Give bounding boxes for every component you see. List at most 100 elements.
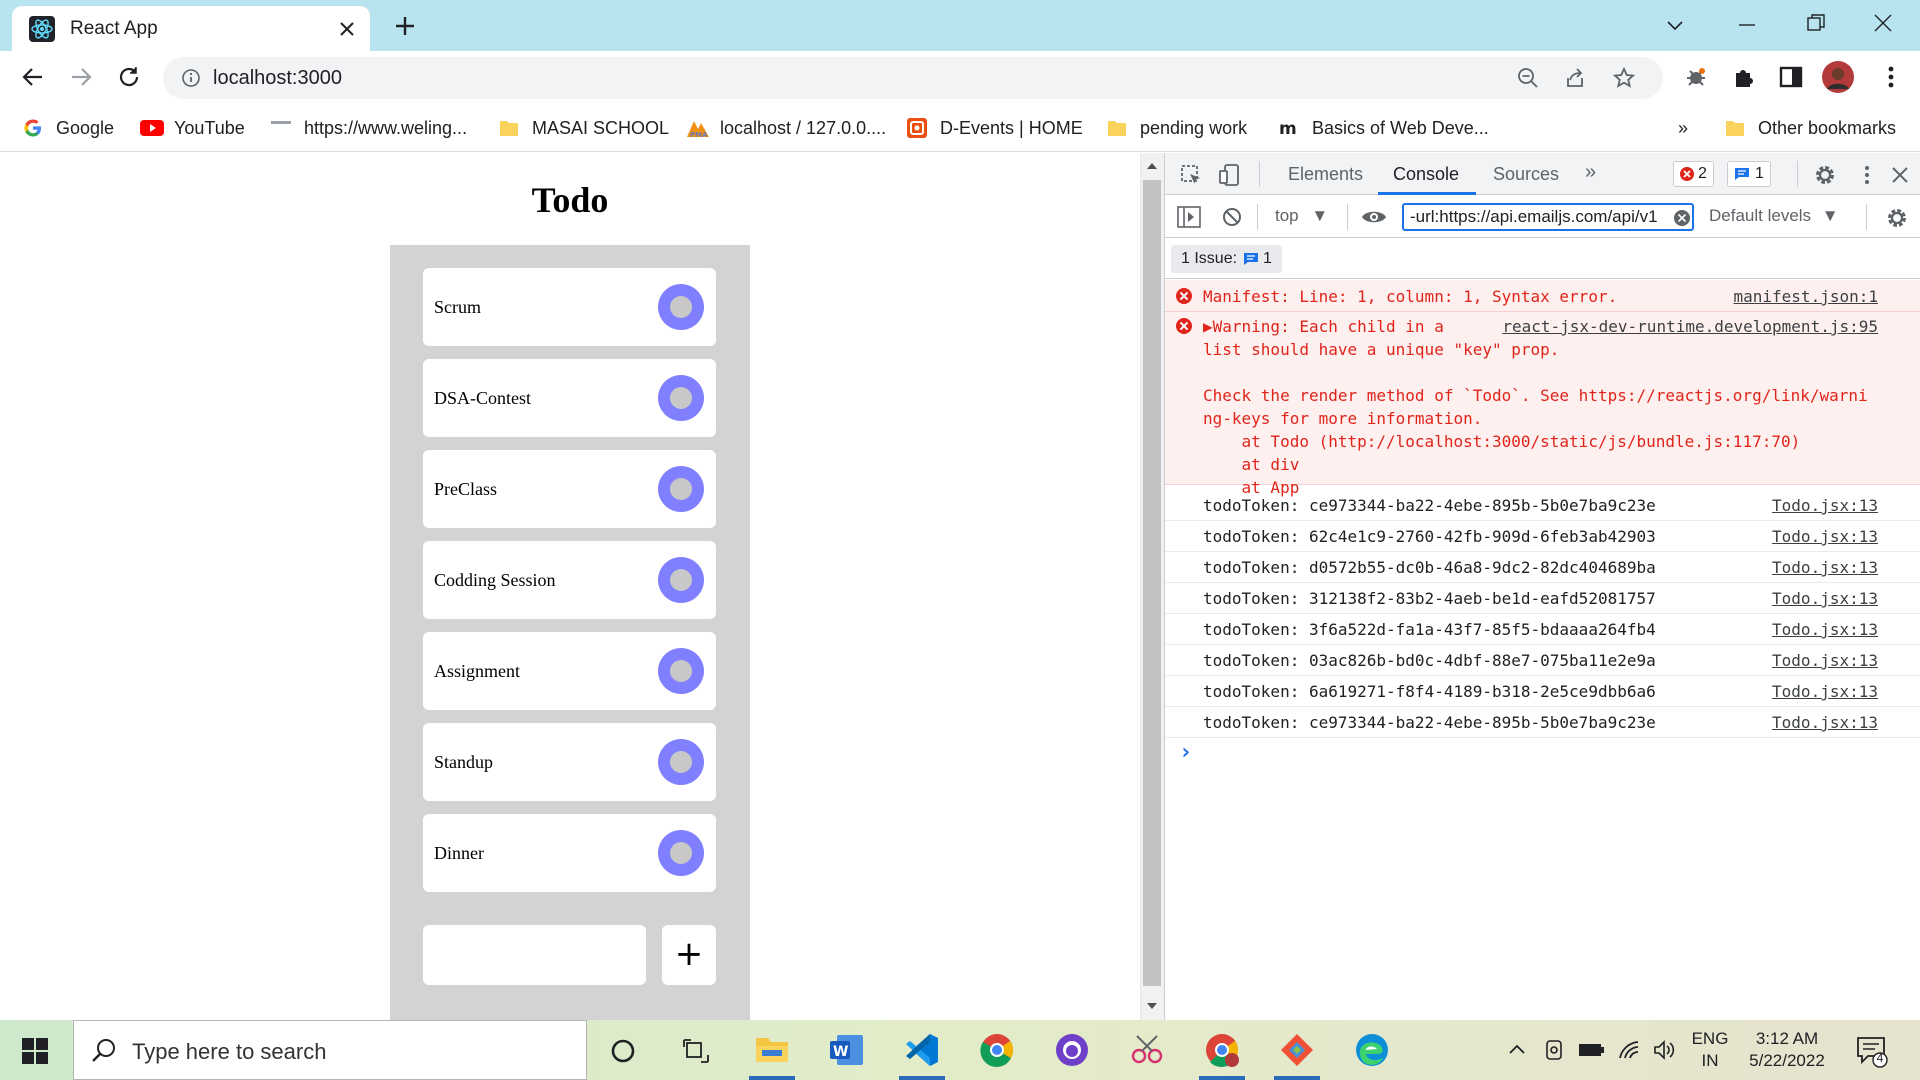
share-icon[interactable] — [1564, 67, 1586, 89]
source-link[interactable]: Todo.jsx:13 — [1772, 589, 1878, 608]
page-scrollbar-thumb[interactable] — [1143, 180, 1161, 986]
bookmark-basics-web-dev[interactable]: m Basics of Web Deve... — [1278, 114, 1489, 142]
snipping-tool-icon[interactable] — [1127, 1032, 1167, 1068]
source-link[interactable]: Todo.jsx:13 — [1772, 496, 1878, 515]
bookmark-star-icon[interactable] — [1612, 66, 1636, 90]
todo-status-toggle[interactable] — [658, 648, 704, 694]
bookmark-google[interactable]: Google — [22, 114, 114, 142]
extensions-puzzle-icon[interactable] — [1730, 63, 1758, 91]
show-hidden-icons-chevron-icon[interactable] — [1506, 1038, 1528, 1060]
source-link[interactable]: Todo.jsx:13 — [1772, 558, 1878, 577]
source-link[interactable]: Todo.jsx:13 — [1772, 651, 1878, 670]
minimize-icon[interactable] — [1736, 14, 1758, 36]
bookmark-pending-work[interactable]: pending work — [1106, 114, 1247, 142]
toolbar-divider — [1257, 204, 1258, 230]
console-filter-input[interactable]: -url:https://api.emailjs.com/api/v1 — [1402, 203, 1694, 231]
source-link[interactable]: manifest.json:1 — [1734, 287, 1879, 306]
reload-icon[interactable] — [116, 64, 142, 90]
bookmark-phpmyadmin[interactable]: PMA localhost / 127.0.0.... — [686, 114, 886, 142]
chrome-menu-icon[interactable] — [1878, 64, 1904, 90]
live-expression-eye-icon[interactable] — [1361, 207, 1387, 227]
source-link[interactable]: Todo.jsx:13 — [1772, 682, 1878, 701]
source-link[interactable]: Todo.jsx:13 — [1772, 713, 1878, 732]
settings-gear-icon[interactable] — [1813, 163, 1837, 187]
todo-status-toggle[interactable] — [658, 375, 704, 421]
chrome-icon[interactable] — [977, 1032, 1017, 1068]
inspect-element-icon[interactable] — [1179, 163, 1203, 187]
issues-button[interactable]: 1 Issue: 1 — [1171, 245, 1282, 273]
zoom-out-icon[interactable] — [1517, 67, 1539, 89]
profile-avatar[interactable] — [1822, 61, 1854, 93]
wifi-icon[interactable] — [1618, 1038, 1642, 1062]
tab-console[interactable]: Console — [1393, 164, 1459, 185]
tab-elements[interactable]: Elements — [1288, 164, 1363, 185]
battery-icon[interactable] — [1578, 1040, 1606, 1060]
stack-frame[interactable]: at Todo (http://localhost:3000/static/js… — [1203, 432, 1801, 451]
meet-now-icon[interactable] — [1542, 1038, 1566, 1062]
windows-start-icon[interactable] — [22, 1038, 48, 1064]
window-close-icon[interactable] — [1872, 12, 1894, 34]
notification-center-icon[interactable]: 4 — [1856, 1036, 1890, 1068]
close-devtools-icon[interactable] — [1889, 164, 1911, 186]
todo-status-toggle[interactable] — [658, 739, 704, 785]
tab-sources[interactable]: Sources — [1493, 164, 1559, 185]
page-viewport: Todo Scrum DSA-Contest PreClass Codding … — [0, 153, 1140, 1021]
more-tabs-icon[interactable]: » — [1585, 161, 1596, 184]
source-link[interactable]: Todo.jsx:13 — [1772, 527, 1878, 546]
clear-filter-icon[interactable] — [1673, 209, 1691, 227]
tab-search-chevron-icon[interactable] — [1664, 14, 1686, 36]
todo-status-toggle[interactable] — [658, 284, 704, 330]
tab-title: React App — [70, 18, 158, 39]
bookmarks-overflow-icon[interactable]: » — [1678, 114, 1688, 142]
show-sidebar-icon[interactable] — [1177, 206, 1201, 228]
chrome-profile-icon[interactable] — [1202, 1032, 1242, 1068]
bookmark-youtube[interactable]: YouTube — [140, 114, 245, 142]
task-view-icon[interactable] — [682, 1037, 710, 1065]
bookmark-masai-school[interactable]: MASAI SCHOOL — [498, 114, 669, 142]
new-tab-icon[interactable] — [392, 13, 418, 39]
todo-status-toggle[interactable] — [658, 466, 704, 512]
git-gui-icon[interactable] — [1277, 1032, 1317, 1068]
console-settings-gear-icon[interactable] — [1885, 206, 1909, 230]
todo-item-text: PreClass — [434, 479, 497, 499]
word-icon[interactable]: W — [827, 1032, 867, 1068]
address-bar[interactable]: localhost:3000 — [163, 57, 1663, 99]
expand-warning-text[interactable]: ▶Warning: Each child in a — [1203, 317, 1444, 336]
todo-status-toggle[interactable] — [658, 830, 704, 876]
log-levels-dropdown[interactable]: Default levels ▼ — [1709, 206, 1839, 226]
taskbar-clock[interactable]: 3:12 AM 5/22/2022 — [1742, 1028, 1832, 1072]
file-explorer-icon[interactable] — [752, 1032, 792, 1068]
console-prompt[interactable]: › — [1179, 740, 1192, 765]
message-count-badge[interactable]: 1 — [1727, 161, 1771, 187]
edge-icon[interactable] — [1352, 1032, 1392, 1068]
todo-item-text: Assignment — [434, 661, 521, 681]
bookmark-welingkar[interactable]: https://www.weling... — [270, 114, 467, 142]
volume-icon[interactable] — [1652, 1038, 1676, 1062]
back-arrow-icon[interactable] — [20, 64, 46, 90]
tab-close-icon[interactable] — [337, 19, 357, 39]
bookmark-other-bookmarks[interactable]: Other bookmarks — [1724, 114, 1896, 142]
vscode-icon[interactable] — [902, 1032, 942, 1068]
bookmark-devents[interactable]: D-Events | HOME — [906, 114, 1083, 142]
context-selector[interactable]: top ▼ — [1275, 206, 1328, 226]
github-desktop-icon[interactable] — [1052, 1032, 1092, 1068]
url-text[interactable]: localhost:3000 — [213, 67, 342, 90]
restore-icon[interactable] — [1805, 12, 1827, 34]
new-todo-input[interactable] — [423, 925, 646, 985]
taskbar-search-box[interactable]: Type here to search — [73, 1020, 587, 1080]
clear-console-icon[interactable] — [1221, 206, 1243, 228]
add-todo-button[interactable]: + — [662, 925, 716, 985]
extension-bug-icon[interactable] — [1682, 63, 1710, 91]
cortana-icon[interactable] — [610, 1038, 636, 1064]
side-panel-icon[interactable] — [1778, 64, 1804, 90]
source-link[interactable]: react-jsx-dev-runtime.development.js:95 — [1502, 317, 1878, 336]
browser-tab[interactable]: React App — [12, 6, 370, 51]
device-toolbar-icon[interactable] — [1217, 163, 1241, 187]
error-count-badge[interactable]: 2 — [1673, 161, 1714, 187]
todo-status-toggle[interactable] — [658, 557, 704, 603]
input-language-indicator[interactable]: ENG IN — [1690, 1028, 1730, 1072]
forward-arrow-icon[interactable] — [68, 64, 94, 90]
site-info-icon[interactable] — [181, 68, 201, 88]
source-link[interactable]: Todo.jsx:13 — [1772, 620, 1878, 639]
devtools-menu-icon[interactable] — [1857, 163, 1877, 187]
